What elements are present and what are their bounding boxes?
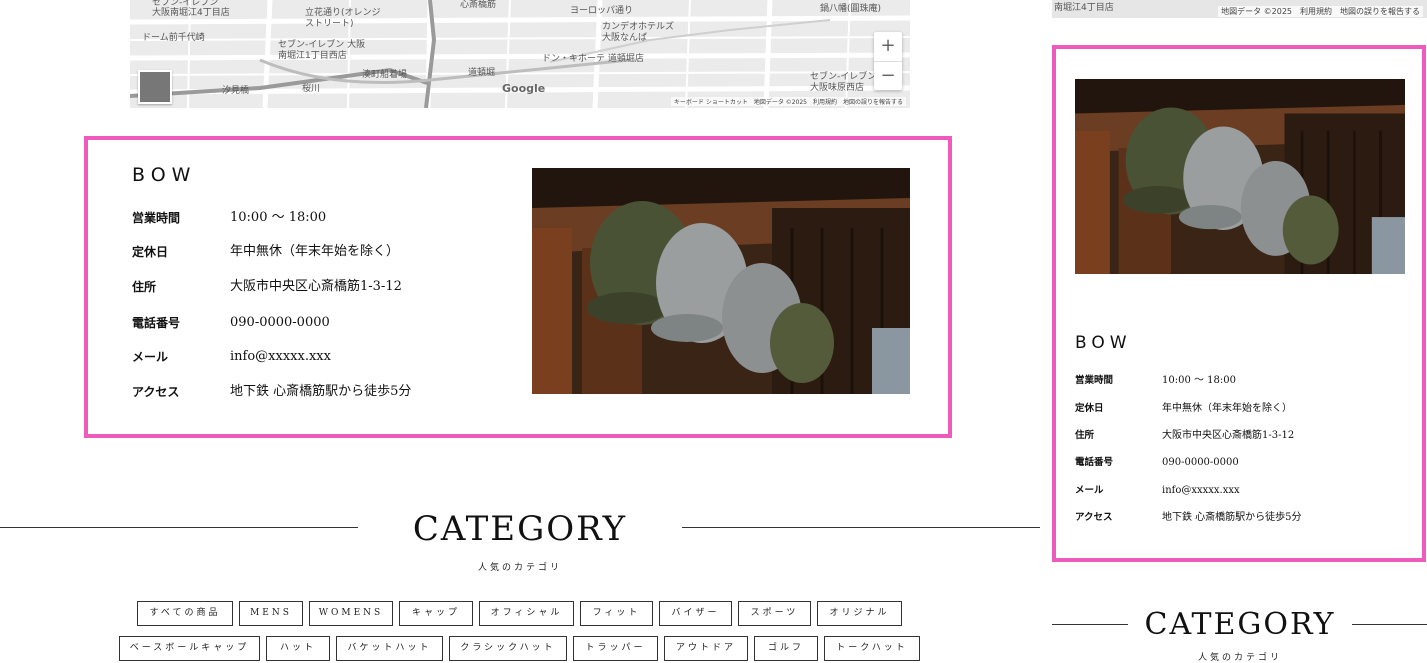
info-label: メール bbox=[132, 350, 169, 364]
info-value: 090-0000-0000 bbox=[1162, 457, 1239, 468]
category-tag[interactable]: ベースボールキャップ bbox=[119, 636, 260, 661]
store-logo: BOW bbox=[132, 164, 197, 186]
category-tag[interactable]: トラッパー bbox=[573, 636, 658, 661]
info-value: 090-0000-0000 bbox=[230, 315, 330, 330]
map-label: ドーム前千代崎 bbox=[142, 33, 205, 43]
google-logo: Google bbox=[502, 82, 546, 95]
category-tag[interactable]: クラシックハット bbox=[449, 636, 567, 661]
info-label: 電話番号 bbox=[1075, 457, 1114, 468]
category-subtitle: 人気のカテゴリ bbox=[477, 563, 562, 573]
info-label: メール bbox=[1075, 485, 1104, 496]
store-photo bbox=[532, 168, 910, 394]
info-label: アクセス bbox=[1075, 512, 1113, 523]
info-label: 営業時間 bbox=[132, 211, 181, 225]
map-label: 立花通り(オレンジ bbox=[305, 8, 381, 18]
map-label: 大阪南堀江4丁目店 bbox=[152, 8, 230, 18]
info-value[interactable]: info@xxxxx.xxx bbox=[1162, 483, 1240, 499]
info-value: 年中無休（年末年始を除く） bbox=[230, 244, 400, 259]
map-label: カンデオホテルズ bbox=[602, 22, 675, 32]
category-tag[interactable]: オリジナル bbox=[817, 601, 902, 626]
info-value[interactable]: info@xxxxx.xxx bbox=[230, 347, 331, 367]
map-label: ヨーロッパ通り bbox=[570, 6, 634, 16]
info-value: 10:00 ～ 18:00 bbox=[1162, 375, 1236, 386]
category-tag[interactable]: すべての商品 bbox=[137, 601, 233, 626]
info-label: アクセス bbox=[132, 385, 180, 399]
category-tag[interactable]: フィット bbox=[580, 601, 653, 626]
map-label: 湊町船着場 bbox=[362, 70, 408, 80]
mobile-category-title: CATEGORY bbox=[1144, 607, 1336, 642]
category-tag[interactable]: スポーツ bbox=[738, 601, 811, 626]
map-label: セブン-イレブン bbox=[810, 72, 877, 82]
info-label: 電話番号 bbox=[132, 316, 181, 330]
category-title: CATEGORY bbox=[412, 509, 628, 549]
map-label: 汐見橋 bbox=[222, 86, 250, 96]
info-label: 定休日 bbox=[1075, 403, 1104, 414]
map-label: 鍋八幡(圓珠庵) bbox=[820, 4, 882, 14]
category-tag[interactable]: ハット bbox=[266, 636, 330, 661]
info-value: 年中無休（年末年始を除く） bbox=[1162, 403, 1292, 414]
category-divider-left bbox=[0, 527, 358, 528]
zoom-in-button[interactable]: + bbox=[874, 32, 902, 61]
map-label: 南堀江4丁目店 bbox=[1054, 3, 1114, 13]
map-zoom-control: + − bbox=[874, 32, 902, 90]
info-value: 大阪市中央区心斎橋筋1-3-12 bbox=[230, 279, 402, 294]
category-tag[interactable]: トークハット bbox=[824, 636, 920, 661]
map-attribution[interactable]: キーボード ショートカット 地図データ ©2025 利用規約 地図の誤りを報告す… bbox=[670, 97, 906, 106]
info-value: 大阪市中央区心斎橋筋1-3-12 bbox=[1162, 430, 1295, 441]
category-tag[interactable]: バイザー bbox=[659, 601, 732, 626]
map-label: 大阪なんば bbox=[602, 33, 648, 43]
map-label: ドン・キホーテ 道頓堀店 bbox=[542, 54, 644, 64]
info-value: 10:00 ～ 18:00 bbox=[230, 210, 327, 225]
category-tag[interactable]: MENS bbox=[239, 601, 303, 626]
info-value: 地下鉄 心斎橋筋駅から徒歩5分 bbox=[1162, 512, 1302, 523]
mobile-store-map[interactable]: 南堀江4丁目店 地図データ ©2025 利用規約 地図の誤りを報告する bbox=[1052, 0, 1427, 18]
map-label: 桜川 bbox=[302, 84, 321, 94]
map-label: セブン-イレブン 大阪 bbox=[278, 40, 366, 50]
info-label: 定休日 bbox=[132, 245, 169, 259]
map-attribution[interactable]: 地図データ ©2025 利用規約 地図の誤りを報告する bbox=[1218, 6, 1423, 17]
store-info-card: BOW 営業時間 10:00 ～ 18:00 定休日 年中無休（年末年始を除く）… bbox=[84, 136, 952, 438]
category-tag[interactable]: アウトドア bbox=[664, 636, 748, 661]
info-label: 住所 bbox=[132, 280, 157, 294]
mobile-category-divider-left bbox=[1052, 624, 1128, 625]
info-value: 地下鉄 心斎橋筋駅から徒歩5分 bbox=[230, 384, 412, 399]
map-label: 大阪味原西店 bbox=[810, 83, 865, 93]
store-photo bbox=[1075, 79, 1405, 274]
category-tag[interactable]: ゴルフ bbox=[754, 636, 818, 661]
store-logo: BOW bbox=[1075, 333, 1132, 353]
map-type-toggle[interactable] bbox=[138, 70, 172, 104]
store-map[interactable]: セブン-イレブン 大阪南堀江4丁目店 立花通り(オレンジ ストリート) 心斎橋筋… bbox=[130, 0, 910, 108]
info-label: 営業時間 bbox=[1075, 375, 1114, 386]
category-tag[interactable]: キャップ bbox=[399, 601, 473, 626]
mobile-store-info-card: BOW 営業時間 10:00 ～ 18:00 定休日 年中無休（年末年始を除く）… bbox=[1052, 45, 1426, 562]
mobile-category-divider-right bbox=[1352, 624, 1427, 625]
zoom-out-button[interactable]: − bbox=[874, 61, 902, 91]
info-label: 住所 bbox=[1075, 430, 1095, 441]
category-tag[interactable]: オフィシャル bbox=[479, 601, 574, 626]
map-label: 道頓堀 bbox=[468, 68, 496, 78]
map-label: ストリート) bbox=[305, 19, 354, 29]
category-tag[interactable]: バケットハット bbox=[336, 636, 443, 661]
map-label: 南堀江1丁目西店 bbox=[278, 51, 347, 61]
category-divider-right bbox=[682, 527, 1040, 528]
mobile-category-subtitle: 人気のカテゴリ bbox=[1197, 653, 1282, 663]
map-label: 心斎橋筋 bbox=[460, 0, 497, 10]
category-tag[interactable]: WOMENS bbox=[309, 601, 393, 626]
